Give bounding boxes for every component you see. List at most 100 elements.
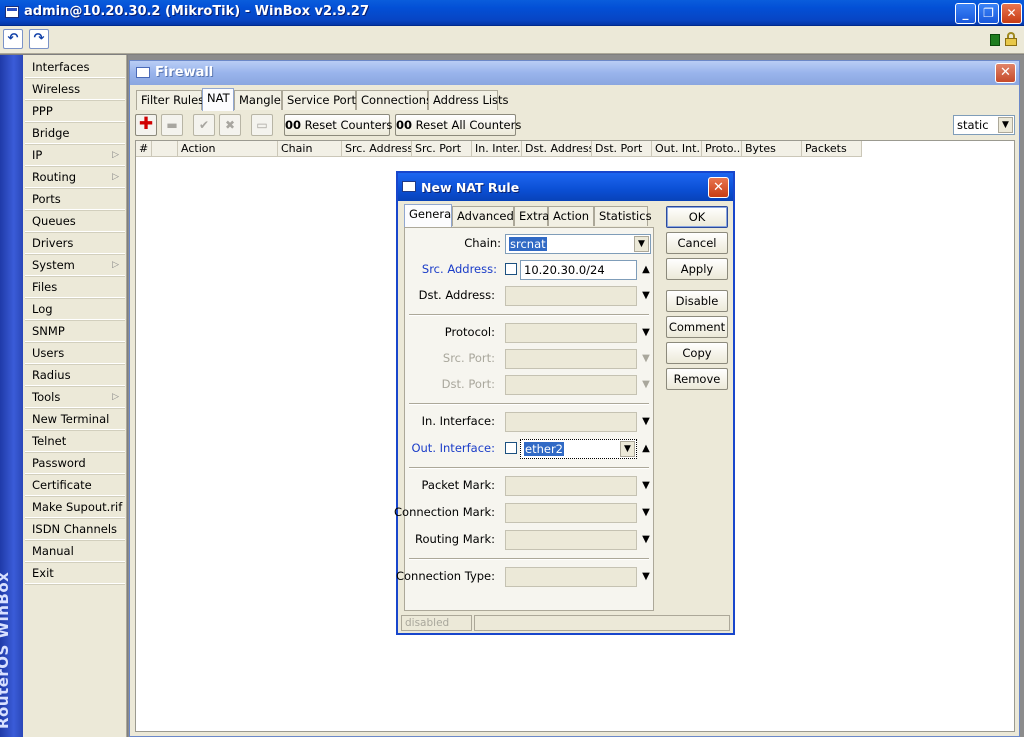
column-header-src-port[interactable]: Src. Port [412,141,472,157]
sidebar-item-ports[interactable]: Ports [25,189,125,210]
sidebar-item-telnet[interactable]: Telnet [25,431,125,452]
copy-button[interactable]: Copy [666,342,728,364]
sidebar-item-drivers[interactable]: Drivers [25,233,125,254]
sidebar-item-exit[interactable]: Exit [25,563,125,584]
sidebar-item-new-terminal[interactable]: New Terminal [25,409,125,430]
sidebar-item-make-supout-rif[interactable]: Make Supout.rif [25,497,125,518]
column-header-packets[interactable]: Packets [802,141,862,157]
sidebar-item-ip[interactable]: IP ▷ [25,145,125,166]
sidebar-item-wireless[interactable]: Wireless [25,79,125,100]
column-header-proto[interactable]: Proto... [702,141,742,157]
redo-button[interactable]: ↷ [29,29,49,49]
sidebar-item-files[interactable]: Files [25,277,125,298]
filter-select[interactable]: static ▼ [953,115,1015,135]
sidebar-item-isdn-channels[interactable]: ISDN Channels [25,519,125,540]
tab-extra[interactable]: Extra [514,206,549,226]
reset-all-counters-button[interactable]: 00 Reset All Counters [395,114,521,136]
tab-mangle[interactable]: Mangle [234,90,282,110]
sidebar-item-routing[interactable]: Routing ▷ [25,167,125,188]
chevron-down-icon[interactable]: ▼ [998,117,1013,133]
connection-mark-input[interactable] [505,503,637,523]
remove-button[interactable]: ▬ [161,114,183,136]
src-address-input[interactable]: 10.20.30.0/24 [520,260,637,280]
sidebar-item-snmp[interactable]: SNMP [25,321,125,342]
sidebar-item-manual[interactable]: Manual [25,541,125,562]
cancel-button[interactable]: Cancel [666,232,728,254]
connection-type-input[interactable] [505,567,637,587]
chevron-down-icon[interactable]: ▼ [634,236,649,252]
tab-advanced[interactable]: Advanced [452,206,514,226]
column-header-flag[interactable] [152,141,178,157]
ok-button[interactable]: OK [666,206,728,228]
comment-button[interactable]: Comment [666,316,728,338]
sidebar-item-system[interactable]: System ▷ [25,255,125,276]
chevron-down-icon[interactable]: ▼ [641,481,651,491]
in-interface-input[interactable] [505,412,637,432]
column-header-dst-address[interactable]: Dst. Address [522,141,592,157]
tab-general[interactable]: General [404,204,454,227]
sidebar-item-interfaces[interactable]: Interfaces [25,57,125,78]
undo-button[interactable]: ↶ [3,29,23,49]
comment-button[interactable]: ▭ [251,114,273,136]
tab-nat[interactable]: NAT [202,88,234,111]
chevron-down-icon[interactable]: ▼ [641,328,651,338]
src-address-value: 10.20.30.0/24 [524,263,605,277]
sidebar-item-password[interactable]: Password [25,453,125,474]
sidebar-item-log[interactable]: Log [25,299,125,320]
remove-button[interactable]: Remove [666,368,728,390]
sidebar-item-radius[interactable]: Radius [25,365,125,386]
column-header-flag[interactable]: # [136,141,152,157]
column-header-bytes[interactable]: Bytes [742,141,802,157]
tab-service-ports[interactable]: Service Ports [282,90,362,110]
close-button[interactable]: ✕ [1001,3,1022,24]
reset-counters-button[interactable]: 00 Reset Counters [284,114,392,136]
column-header-action[interactable]: Action [178,141,278,157]
chevron-down-icon[interactable]: ▼ [641,417,651,427]
column-header-dst-port[interactable]: Dst. Port [592,141,652,157]
sidebar-item-tools[interactable]: Tools ▷ [25,387,125,408]
dialog-close-button[interactable]: ✕ [708,177,729,198]
sidebar-item-label: SNMP [32,324,65,338]
sidebar-item-users[interactable]: Users [25,343,125,364]
add-button[interactable]: ✚ [135,114,157,136]
src-address-negate-checkbox[interactable] [505,263,517,275]
column-header-chain[interactable]: Chain [278,141,342,157]
chevron-up-icon[interactable]: ▲ [641,265,651,275]
window-titlebar[interactable]: admin@10.20.30.2 (MikroTik) - WinBox v2.… [0,0,1024,26]
firewall-close-button[interactable]: ✕ [995,63,1016,83]
chevron-down-icon[interactable]: ▼ [641,572,651,582]
tab-action[interactable]: Action [548,206,594,226]
minimize-button[interactable]: _ [955,3,976,24]
firewall-titlebar[interactable]: Firewall ✕ [130,61,1019,85]
sidebar-item-bridge[interactable]: Bridge [25,123,125,144]
out-interface-select[interactable]: ether2 ▼ [520,439,637,459]
tab-statistics[interactable]: Statistics [594,206,652,226]
tab-connections[interactable]: Connections [356,90,432,110]
maximize-button[interactable]: ❐ [978,3,999,24]
protocol-input[interactable] [505,323,637,343]
enable-button[interactable]: ✔ [193,114,215,136]
sidebar-item-queues[interactable]: Queues [25,211,125,232]
disable-button[interactable]: Disable [666,290,728,312]
chevron-up-icon[interactable]: ▲ [641,444,651,454]
out-interface-negate-checkbox[interactable] [505,442,517,454]
sidebar-item-certificate[interactable]: Certificate [25,475,125,496]
dst-address-input[interactable] [505,286,637,306]
chevron-down-icon[interactable]: ▼ [641,508,651,518]
tab-address-lists[interactable]: Address Lists [428,90,509,110]
column-header-in-inter[interactable]: In. Inter... [472,141,522,157]
tab-filter-rules[interactable]: Filter Rules [136,90,204,110]
apply-button[interactable]: Apply [666,258,728,280]
sidebar-item-label: Ports [32,192,61,206]
column-header-out-int[interactable]: Out. Int... [652,141,702,157]
sidebar-item-ppp[interactable]: PPP [25,101,125,122]
disable-button[interactable]: ✖ [219,114,241,136]
chevron-down-icon[interactable]: ▼ [620,441,635,457]
column-header-src-address[interactable]: Src. Address [342,141,412,157]
chevron-down-icon[interactable]: ▼ [641,291,651,301]
routing-mark-input[interactable] [505,530,637,550]
dialog-titlebar[interactable]: New NAT Rule ✕ [398,173,733,201]
chain-select[interactable]: srcnat ▼ [505,234,651,254]
chevron-down-icon[interactable]: ▼ [641,535,651,545]
packet-mark-input[interactable] [505,476,637,496]
